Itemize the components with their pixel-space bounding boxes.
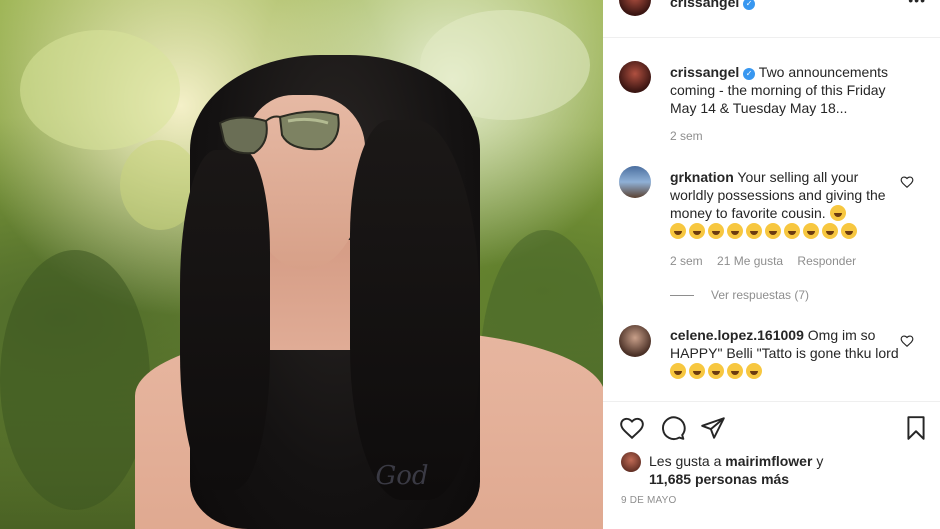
avatar[interactable] [619,0,651,16]
header-username[interactable]: crissangel ✓ [670,0,756,10]
view-replies-button[interactable]: Ver respuestas (7) [711,288,809,302]
comment-likes[interactable]: 21 Me gusta [717,254,783,268]
post-actions: Les gusta a mairimflower y 11,685 person… [603,401,940,529]
post-date[interactable]: 9 DE MAYO [621,495,677,506]
avatar[interactable] [621,452,641,472]
comments-section[interactable]: crissangel ✓ Two announcements coming - … [603,39,940,401]
laughing-emoji-icon [670,223,686,239]
likes-user[interactable]: mairimflower [725,453,812,469]
foliage-highlight [20,30,180,150]
likes-conjunction: y [816,453,824,469]
post-photo[interactable]: God [0,0,603,529]
replies-divider [670,295,694,296]
more-options-icon[interactable]: ••• [908,0,926,8]
laughing-emoji-icon [689,223,705,239]
comment-time[interactable]: 2 sem [670,254,703,268]
verified-badge-icon: ✓ [743,68,756,80]
comment-username[interactable]: grknation [670,169,734,185]
laughing-emoji-icon [708,363,724,379]
caption-meta: 2 sem [670,129,714,143]
avatar[interactable] [619,61,651,93]
comment-like-heart-icon[interactable] [900,334,914,348]
bookmark-icon[interactable] [903,415,929,441]
username-text[interactable]: crissangel [670,0,739,10]
comment-username[interactable]: celene.lopez.161009 [670,327,804,343]
comment-meta: 2 sem 21 Me gusta Responder [670,254,867,268]
comment-like-heart-icon[interactable] [900,175,914,189]
laughing-emoji-icon [670,363,686,379]
comment-icon[interactable] [660,415,686,441]
laughing-emoji-icon [727,363,743,379]
laughing-emoji-icon [727,223,743,239]
avatar[interactable] [619,166,651,198]
heart-icon[interactable] [619,415,645,441]
clapping-hands-emoji-icon [746,363,762,379]
laughing-emoji-icon [841,223,857,239]
laughing-emoji-icon [708,223,724,239]
verified-badge-icon: ✓ [743,0,756,10]
post-header: crissangel ✓ ••• [603,0,940,38]
reply-button[interactable]: Responder [797,254,856,268]
foliage-shadow [0,250,150,510]
avatar[interactable] [619,325,651,357]
caption-username[interactable]: crissangel [670,64,739,80]
laughing-emoji-icon [803,223,819,239]
subject-hair-left [180,150,270,490]
laughing-emoji-icon [822,223,838,239]
aviator-sunglasses [218,110,340,155]
caption: crissangel ✓ Two announcements coming - … [670,63,902,117]
post-side-panel: crissangel ✓ ••• crissangel ✓ Two announ… [603,0,940,529]
caption-time[interactable]: 2 sem [670,129,703,143]
laughing-emoji-icon [689,363,705,379]
laughing-emoji-icon [784,223,800,239]
likes-others[interactable]: 11,685 personas más [649,471,789,487]
comment-item: grknation Your selling all your worldly … [670,168,902,240]
send-icon[interactable] [700,415,726,441]
laughing-emoji-icon [829,205,846,221]
likes-summary: Les gusta a mairimflower y 11,685 person… [649,452,823,488]
comment-item: celene.lopez.161009 Omg im so HAPPY" Bel… [670,326,902,380]
chest-tattoo: God [375,461,429,491]
laughing-emoji-icon [746,223,762,239]
likes-prefix: Les gusta a [649,453,722,469]
subject-hair-right [350,120,480,500]
laughing-emoji-icon [765,223,781,239]
